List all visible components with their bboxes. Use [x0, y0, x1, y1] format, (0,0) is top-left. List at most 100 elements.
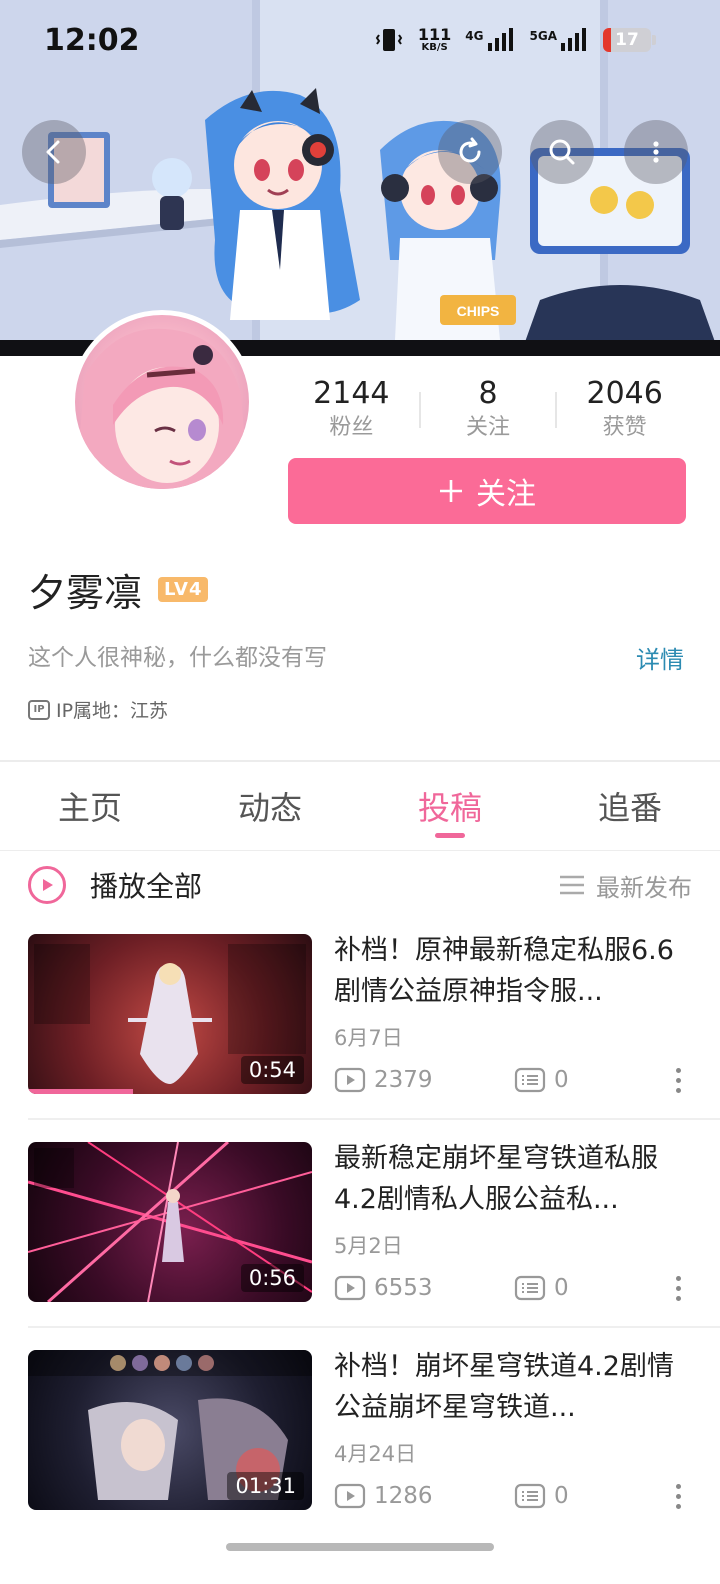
video-meta: 6553 0 [334, 1272, 690, 1304]
profile-stats: 2144 粉丝 8 关注 2046 获赞 [284, 370, 692, 450]
stat-value: 2046 [586, 376, 663, 411]
tab-label: 动态 [237, 789, 302, 827]
more-options-icon[interactable] [666, 1067, 690, 1093]
username: 夕雾凛 [28, 571, 143, 615]
list-header: 播放全部 最新发布 [28, 860, 692, 910]
video-meta: 1286 0 [334, 1480, 690, 1512]
status-icons: 111 KB/S 4G 5GA 17 [374, 25, 656, 55]
comment-count-value: 0 [554, 1275, 569, 1301]
detail-link[interactable]: 详情 [636, 640, 684, 675]
list-divider [28, 1118, 720, 1120]
signal-icon: 4G [465, 27, 515, 53]
bio-text: 这个人很神秘，什么都没有写 [28, 645, 327, 671]
video-thumbnail[interactable]: 0:54 [28, 934, 312, 1094]
comment-count: 0 [514, 1274, 569, 1302]
play-count: 1286 [334, 1482, 514, 1510]
stat-followers[interactable]: 2144 粉丝 [284, 376, 419, 444]
more-vertical-icon [653, 141, 659, 163]
comment-count: 0 [514, 1066, 569, 1094]
video-date: 6月7日 [334, 1026, 403, 1050]
play-all-icon[interactable] [28, 866, 66, 904]
signal2-label: 5GA [529, 29, 558, 43]
search-button[interactable] [530, 120, 594, 184]
play-count: 2379 [334, 1066, 514, 1094]
profile-banner: CHIPS 12:02 111 KB/S 4G 5GA 17 [0, 0, 720, 356]
battery-level: 17 [615, 30, 639, 50]
back-icon [46, 140, 60, 164]
ip-location-row: IP IP属地：江苏 [28, 696, 168, 723]
vibrate-icon [374, 25, 404, 55]
sort-label: 最新发布 [596, 873, 692, 902]
video-title[interactable]: 最新稳定崩坏星穹铁道私服4.2剧情私人服公益私... [334, 1138, 690, 1220]
stat-label: 获赞 [602, 415, 647, 440]
refresh-button[interactable] [438, 120, 502, 184]
avatar[interactable] [70, 310, 254, 494]
tab-uploads[interactable]: 投稿 [360, 762, 540, 850]
video-duration: 0:54 [240, 1056, 304, 1084]
avatar-image [75, 328, 249, 489]
ip-icon: IP [28, 699, 50, 720]
refresh-icon [459, 137, 481, 163]
level-badge: LV4 [158, 577, 209, 602]
tab-label: 投稿 [417, 789, 482, 827]
network-speed-value: 111 [417, 25, 452, 44]
profile-tabs: 主页 动态 投稿 追番 [0, 762, 720, 850]
video-title[interactable]: 补档！崩坏星穹铁道4.2剧情公益崩坏星穹铁道... [334, 1346, 690, 1428]
play-all-button[interactable]: 播放全部 [90, 865, 202, 905]
play-count-icon [334, 1067, 366, 1093]
video-item[interactable]: 01:31 补档！崩坏星穹铁道4.2剧情公益崩坏星穹铁道... 4月24日 12… [28, 1350, 692, 1512]
tab-bangumi[interactable]: 追番 [540, 762, 720, 850]
video-item[interactable]: 0:54 补档！原神最新稳定私服6.6剧情公益原神指令服... 6月7日 237… [28, 934, 692, 1096]
tab-home[interactable]: 主页 [0, 762, 180, 850]
sort-list-icon [560, 875, 584, 895]
status-bar: 12:02 111 KB/S 4G 5GA 17 [0, 0, 720, 80]
comment-count-value: 0 [554, 1483, 569, 1509]
play-count-value: 1286 [374, 1483, 433, 1509]
stat-label: 关注 [466, 415, 511, 440]
back-button[interactable] [22, 120, 86, 184]
stat-following[interactable]: 8 关注 [421, 376, 556, 444]
play-count-icon [334, 1483, 366, 1509]
stat-value: 8 [478, 376, 498, 411]
tabs-divider [0, 850, 720, 851]
video-date: 4月24日 [334, 1442, 417, 1466]
ip-location: IP属地：江苏 [56, 700, 169, 722]
network-speed-unit: KB/S [421, 42, 448, 53]
tab-active-indicator [435, 833, 465, 838]
follow-button[interactable]: 关注 [288, 458, 686, 524]
video-meta: 2379 0 [334, 1064, 690, 1096]
more-options-icon[interactable] [666, 1275, 690, 1301]
follow-label: 关注 [476, 477, 536, 512]
network-speed: 111 KB/S [418, 27, 451, 53]
signal-icon: 5GA [530, 27, 590, 53]
more-options-icon[interactable] [666, 1483, 690, 1509]
comment-icon [514, 1275, 546, 1301]
more-button[interactable] [624, 120, 688, 184]
status-time: 12:02 [44, 22, 140, 58]
username-row: 夕雾凛 LV4 [28, 562, 209, 617]
stat-likes[interactable]: 2046 获赞 [557, 376, 692, 444]
comment-icon [514, 1483, 546, 1509]
search-icon [549, 139, 575, 165]
stat-value: 2144 [313, 376, 390, 411]
home-indicator[interactable] [226, 1543, 494, 1551]
chips-label: CHIPS [457, 303, 500, 319]
play-count-value: 6553 [374, 1275, 433, 1301]
list-divider [28, 1326, 720, 1328]
comment-count: 0 [514, 1482, 569, 1510]
video-title[interactable]: 补档！原神最新稳定私服6.6剧情公益原神指令服... [334, 930, 690, 1012]
comment-icon [514, 1067, 546, 1093]
play-count-icon [334, 1275, 366, 1301]
video-duration: 0:56 [240, 1264, 304, 1292]
battery-icon: 17 [603, 28, 656, 52]
video-duration: 01:31 [227, 1472, 304, 1500]
sort-button[interactable]: 最新发布 [558, 868, 692, 903]
video-item[interactable]: 0:56 最新稳定崩坏星穹铁道私服4.2剧情私人服公益私... 5月2日 655… [28, 1142, 692, 1304]
comment-count-value: 0 [554, 1067, 569, 1093]
play-count-value: 2379 [374, 1067, 433, 1093]
signal1-label: 4G [465, 29, 484, 43]
video-thumbnail[interactable]: 0:56 [28, 1142, 312, 1302]
video-thumbnail[interactable]: 01:31 [28, 1350, 312, 1510]
tab-dynamics[interactable]: 动态 [180, 762, 360, 850]
watch-progress [28, 1089, 134, 1094]
